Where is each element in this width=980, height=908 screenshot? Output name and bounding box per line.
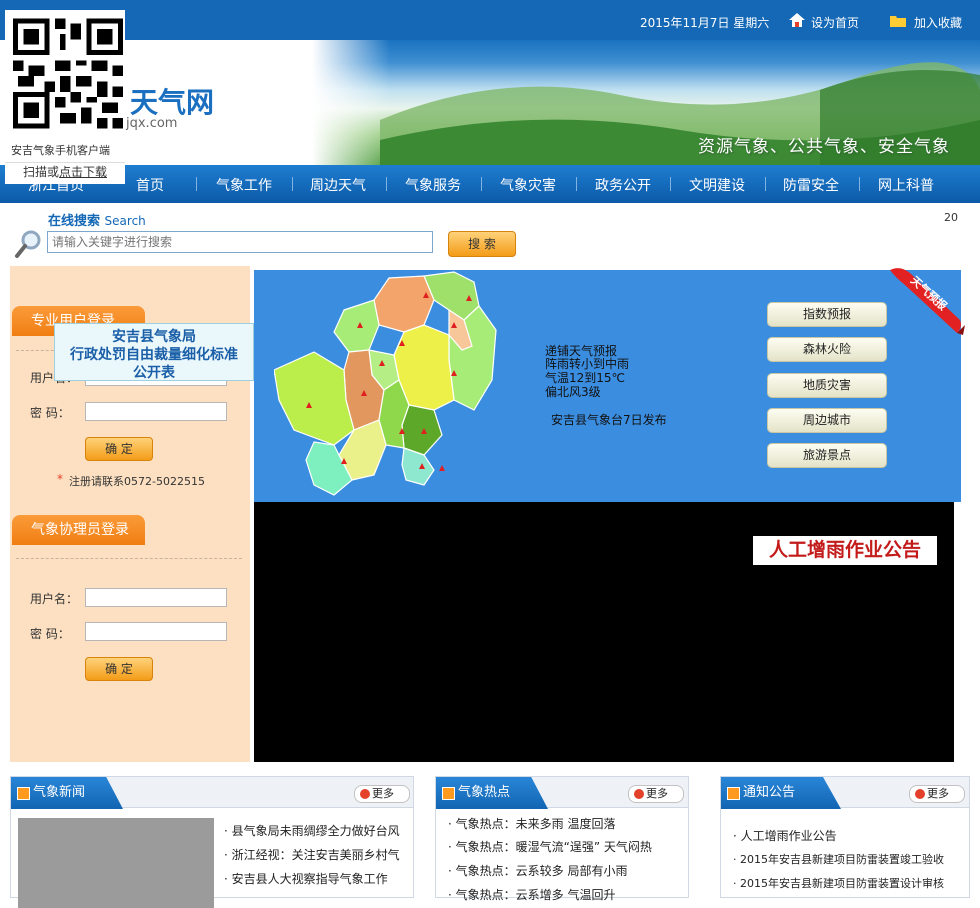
county-map[interactable] bbox=[274, 270, 534, 502]
nav-item-lightning-safety[interactable]: 防雷安全 bbox=[783, 175, 839, 195]
top-bar: 2015年11月7日 星期六 设为首页 加入收藏 bbox=[0, 0, 980, 40]
index-forecast-button[interactable]: 指数预报 bbox=[767, 302, 887, 327]
qr-code-image[interactable] bbox=[13, 16, 123, 131]
set-home-link[interactable]: 设为首页 bbox=[811, 14, 859, 31]
notice-item-1[interactable]: · 人工增雨作业公告 bbox=[733, 827, 837, 844]
punishment-notice-popup[interactable]: 安吉县气象局 行政处罚自由裁量细化标准 公开表 bbox=[54, 323, 254, 381]
add-favorite-link[interactable]: 加入收藏 bbox=[914, 14, 962, 31]
search-count: 20 bbox=[944, 211, 958, 224]
news-item-3[interactable]: · 安吉县人大视察指导气象工作 bbox=[224, 870, 388, 887]
hot-item-3[interactable]: · 气象热点：云系较多 局部有小雨 bbox=[448, 862, 627, 879]
forecast-issuer: 安吉县气象台7日发布 bbox=[551, 413, 667, 427]
search-button[interactable]: 搜 索 bbox=[448, 231, 516, 257]
qr-scan-text: 扫描或 bbox=[22, 165, 59, 179]
news-item-2[interactable]: · 浙江经视：关注安吉美丽乡村气 bbox=[224, 846, 400, 863]
hot-item-2[interactable]: · 气象热点：暖湿气流“逞强” 天气闷热 bbox=[448, 838, 652, 855]
nav-item-weather-disaster[interactable]: 气象灾害 bbox=[500, 175, 556, 195]
hot-bullet-icon bbox=[442, 787, 455, 800]
scenic-spots-button[interactable]: 旅游景点 bbox=[767, 443, 887, 468]
hot-item-1[interactable]: · 气象热点：未来多雨 温度回落 bbox=[448, 815, 615, 832]
qr-download-link[interactable]: 点击下载 bbox=[59, 165, 107, 179]
news-thumbnail[interactable] bbox=[18, 818, 214, 908]
rain-notice-caption[interactable]: 人工增雨作业公告 bbox=[753, 536, 937, 565]
notice-item-3[interactable]: · 2015年安吉县新建项目防雷装置设计审核 bbox=[733, 875, 944, 891]
pro-password-input[interactable] bbox=[85, 402, 227, 421]
nearby-cities-button[interactable]: 周边城市 bbox=[767, 408, 887, 433]
qr-popup: 安吉气象手机客户端 扫描或点击下载 bbox=[5, 10, 125, 184]
more-arrow-icon bbox=[360, 789, 370, 799]
nav-item-nearby-weather[interactable]: 周边天气 bbox=[310, 175, 366, 195]
forecast-ribbon: 天气预报 bbox=[885, 265, 965, 335]
helper-password-label: 密 码： bbox=[30, 627, 70, 641]
search-title: 在线搜索 Search bbox=[48, 214, 146, 229]
helper-login-button[interactable]: 确 定 bbox=[85, 657, 153, 681]
current-date: 2015年11月7日 星期六 bbox=[640, 16, 770, 30]
more-arrow-icon bbox=[634, 789, 644, 799]
hot-more-button[interactable]: 更多 bbox=[628, 785, 684, 803]
notice-bullet-icon bbox=[727, 787, 740, 800]
nav-item-gov-affairs[interactable]: 政务公开 bbox=[595, 175, 651, 195]
more-arrow-icon bbox=[915, 789, 925, 799]
folder-icon[interactable] bbox=[890, 14, 906, 27]
register-note: 注册请联系0572-5022515 bbox=[69, 475, 205, 488]
magnifier-icon bbox=[14, 229, 42, 259]
pro-password-label: 密 码： bbox=[30, 406, 70, 420]
helper-username-label: 用户名： bbox=[30, 592, 79, 606]
helper-password-input[interactable] bbox=[85, 622, 227, 641]
site-logo-domain: jqx.com bbox=[126, 116, 178, 131]
nav-item-weather-work[interactable]: 气象工作 bbox=[216, 175, 272, 195]
required-asterisk-icon: * bbox=[57, 472, 63, 486]
notice-more-button[interactable]: 更多 bbox=[909, 785, 965, 803]
nav-item-civilization[interactable]: 文明建设 bbox=[689, 175, 745, 195]
pro-login-button[interactable]: 确 定 bbox=[85, 437, 153, 461]
nav-item-science[interactable]: 网上科普 bbox=[878, 175, 934, 195]
nav-item-home[interactable]: 首页 bbox=[136, 175, 164, 195]
main-nav: 浙江首页 首页 气象工作 周边天气 气象服务 气象灾害 政务公开 文明建设 防雷… bbox=[0, 165, 980, 203]
helper-username-input[interactable] bbox=[85, 588, 227, 607]
news-bullet-icon bbox=[17, 787, 30, 800]
hot-item-4[interactable]: · 气象热点：云系增多 气温回升 bbox=[448, 886, 615, 903]
header-banner: 天气网 jqx.com 资源气象、公共气象、安全气象 bbox=[0, 40, 980, 165]
forest-fire-button[interactable]: 森林火险 bbox=[767, 337, 887, 362]
weather-map-panel: 递铺天气预报 阵雨转小到中雨 气温12到15℃ 偏北风3级 安吉县气象台7日发布… bbox=[254, 270, 961, 502]
nav-item-weather-service[interactable]: 气象服务 bbox=[405, 175, 461, 195]
hot-panel: 气象热点 更多 · 气象热点：未来多雨 温度回落 · 气象热点：暖湿气流“逞强”… bbox=[435, 776, 689, 902]
site-slogan: 资源气象、公共气象、安全气象 bbox=[698, 137, 950, 157]
news-item-1[interactable]: · 县气象局未雨绸缪全力做好台风 bbox=[224, 822, 400, 839]
notice-item-2[interactable]: · 2015年安吉县新建项目防雷装置竣工验收 bbox=[733, 851, 944, 867]
search-input[interactable] bbox=[47, 231, 433, 253]
news-more-button[interactable]: 更多 bbox=[354, 785, 410, 803]
news-panel: 气象新闻 更多 · 县气象局未雨绸缪全力做好台风 · 浙江经视：关注安吉美丽乡村… bbox=[10, 776, 414, 908]
home-icon[interactable] bbox=[789, 13, 805, 27]
qr-caption: 安吉气象手机客户端 bbox=[11, 144, 110, 157]
helper-login-tab[interactable]: 气象协理员登录 bbox=[12, 515, 145, 545]
geo-disaster-button[interactable]: 地质灾害 bbox=[767, 373, 887, 398]
site-logo-text: 天气网 bbox=[130, 86, 215, 119]
forecast-line-4: 偏北风3级 bbox=[545, 385, 601, 399]
notice-panel: 通知公告 更多 · 人工增雨作业公告 · 2015年安吉县新建项目防雷装置竣工验… bbox=[720, 776, 970, 898]
